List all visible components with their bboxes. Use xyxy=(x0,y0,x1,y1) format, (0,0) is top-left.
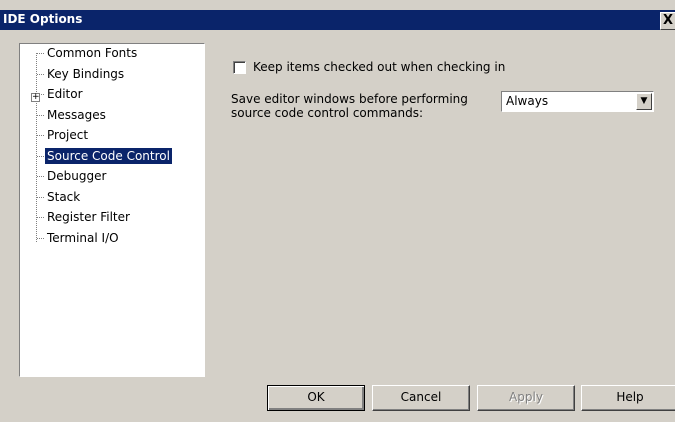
tree-item-label: Messages xyxy=(47,108,106,122)
ok-button-label: OK xyxy=(307,390,325,404)
save-editor-label-line2: source code control commands: xyxy=(231,106,424,120)
tree-item-label: Common Fonts xyxy=(47,46,138,60)
tree-item-label: Debugger xyxy=(47,169,107,183)
title-bar[interactable]: IDE Options X xyxy=(0,10,675,30)
tree-connector xyxy=(37,156,44,157)
tree-connector xyxy=(37,238,44,239)
tree-item-label: Editor xyxy=(47,87,83,101)
ok-button[interactable]: OK xyxy=(267,385,365,411)
tree-item-label: Stack xyxy=(47,190,81,204)
close-icon[interactable]: X xyxy=(660,12,675,30)
window-title: IDE Options xyxy=(3,12,83,26)
save-editor-label: Save editor windows before performing so… xyxy=(231,92,491,120)
options-tree[interactable]: Common Fonts Key Bindings Editor Message… xyxy=(19,43,205,377)
save-editor-label-line1: Save editor windows before performing xyxy=(231,92,468,106)
tree-item-label: Register Filter xyxy=(47,210,130,224)
tree-item-label: Source Code Control xyxy=(45,148,172,164)
cancel-button[interactable]: Cancel xyxy=(372,385,470,411)
tree-connector xyxy=(37,135,44,136)
tree-connector xyxy=(37,217,44,218)
tree-item-label: Key Bindings xyxy=(47,67,125,81)
help-button[interactable]: Help xyxy=(581,385,675,411)
cancel-button-label: Cancel xyxy=(400,390,442,404)
tree-connector xyxy=(37,53,44,54)
ide-options-dialog: IDE Options X Common Fonts Key Bindings … xyxy=(0,0,675,422)
tree-connector xyxy=(37,176,44,177)
keep-checked-out-checkbox[interactable] xyxy=(233,61,246,74)
save-editor-select-value: Always xyxy=(506,94,549,108)
expand-plus-icon[interactable]: + xyxy=(31,93,40,102)
apply-button[interactable]: Apply xyxy=(477,385,575,411)
save-editor-select[interactable]: Always ▼ xyxy=(501,91,654,112)
dropdown-arrow-icon[interactable]: ▼ xyxy=(636,93,652,110)
tree-connector xyxy=(37,74,44,75)
tree-connector xyxy=(37,115,44,116)
tree-connector-line xyxy=(36,53,37,242)
tree-connector xyxy=(37,197,44,198)
apply-button-label: Apply xyxy=(509,390,543,404)
tree-item-label: Terminal I/O xyxy=(47,231,119,245)
help-button-label: Help xyxy=(616,390,644,404)
tree-item-label: Project xyxy=(47,128,89,142)
keep-checked-out-label[interactable]: Keep items checked out when checking in xyxy=(253,60,505,74)
